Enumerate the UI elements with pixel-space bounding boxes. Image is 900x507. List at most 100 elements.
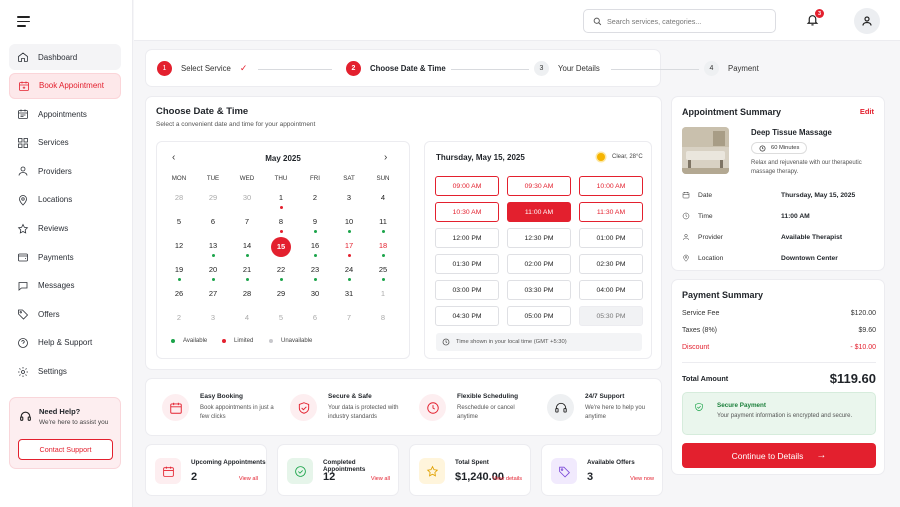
sidebar-item-settings[interactable]: Settings <box>9 359 121 385</box>
calendar-day[interactable]: 5 <box>271 309 291 329</box>
contact-support-button[interactable]: Contact Support <box>18 439 113 460</box>
time-slot[interactable]: 09:00 AM <box>435 176 499 196</box>
calendar-day[interactable]: 8 <box>271 213 291 233</box>
sidebar-item-reviews[interactable]: Reviews <box>9 216 121 242</box>
calendar-day[interactable]: 7 <box>237 213 257 233</box>
calendar-day[interactable]: 31 <box>339 285 359 305</box>
continue-button[interactable]: Continue to Details → <box>682 443 876 468</box>
calendar-day[interactable]: 1 <box>271 189 291 209</box>
calendar-day[interactable]: 2 <box>305 189 325 209</box>
stat-link[interactable]: View details <box>492 476 522 482</box>
time-slot[interactable]: 03:00 PM <box>435 280 499 300</box>
calendar-day[interactable]: 28 <box>237 285 257 305</box>
calendar-day[interactable]: 25 <box>373 261 393 281</box>
sidebar-item-help-support[interactable]: Help & Support <box>9 330 121 356</box>
shield-check-icon <box>695 402 703 412</box>
calendar-day[interactable]: 30 <box>237 189 257 209</box>
stat-value: 12 <box>323 471 336 483</box>
calendar-day[interactable]: 1 <box>373 285 393 305</box>
sidebar-item-appointments[interactable]: Appointments <box>9 101 121 127</box>
time-slot[interactable]: 02:30 PM <box>579 254 643 274</box>
step-select-service[interactable]: 1 Select Service ✓ <box>157 61 247 76</box>
calendar-day[interactable]: 17 <box>339 237 359 257</box>
payment-title: Payment Summary <box>682 290 764 300</box>
calendar-day[interactable]: 24 <box>339 261 359 281</box>
time-slot[interactable]: 10:30 AM <box>435 202 499 222</box>
calendar-day[interactable]: 26 <box>169 285 189 305</box>
time-slot[interactable]: 01:00 PM <box>579 228 643 248</box>
time-slot[interactable]: 01:30 PM <box>435 254 499 274</box>
calendar-day[interactable]: 7 <box>339 309 359 329</box>
step-payment[interactable]: 4 Payment <box>704 61 759 76</box>
day-number: 8 <box>380 313 386 322</box>
chevron-right-icon[interactable]: › <box>384 152 387 163</box>
stat-link[interactable]: View now <box>630 476 654 482</box>
time-slot[interactable]: 02:00 PM <box>507 254 571 274</box>
feature-desc: Book appointments in just a few clicks <box>200 405 274 420</box>
calendar-day[interactable]: 30 <box>305 285 325 305</box>
time-slot[interactable]: 12:30 PM <box>507 228 571 248</box>
edit-link[interactable]: Edit <box>860 107 874 116</box>
calendar-day[interactable]: 12 <box>169 237 189 257</box>
stat-link[interactable]: View all <box>371 476 390 482</box>
stat-link[interactable]: View all <box>239 476 258 482</box>
summary-row: Location Downtown Center <box>682 254 877 262</box>
calendar-day[interactable]: 16 <box>305 237 325 257</box>
calendar-day[interactable]: 2 <box>169 309 189 329</box>
sidebar-item-messages[interactable]: Messages <box>9 273 121 299</box>
time-slot[interactable]: 11:30 AM <box>579 202 643 222</box>
calendar-day[interactable]: 4 <box>373 189 393 209</box>
avatar[interactable] <box>854 8 880 34</box>
search-input[interactable]: Search services, categories... <box>583 9 776 33</box>
calendar-day[interactable]: 6 <box>305 309 325 329</box>
day-number: 15 <box>276 242 286 251</box>
sidebar-item-services[interactable]: Services <box>9 130 121 156</box>
legend-dot <box>222 339 226 343</box>
calendar-day[interactable]: 20 <box>203 261 223 281</box>
calendar-day[interactable]: 11 <box>373 213 393 233</box>
stat-card: Available Offers 3 View now <box>541 444 663 496</box>
calendar-day[interactable]: 29 <box>271 285 291 305</box>
sidebar-item-offers[interactable]: Offers <box>9 301 121 327</box>
calendar-day[interactable]: 4 <box>237 309 257 329</box>
sidebar-item-label: Appointments <box>38 109 87 119</box>
feature-item: Easy Booking Book appointments in just a … <box>162 391 282 427</box>
calendar-day[interactable]: 9 <box>305 213 325 233</box>
time-slot[interactable]: 04:30 PM <box>435 306 499 326</box>
calendar-day[interactable]: 10 <box>339 213 359 233</box>
sidebar-item-payments[interactable]: Payments <box>9 244 121 270</box>
calendar-day[interactable]: 19 <box>169 261 189 281</box>
calendar-day[interactable]: 18 <box>373 237 393 257</box>
calendar-day[interactable]: 8 <box>373 309 393 329</box>
time-slot-selected[interactable]: 11:00 AM <box>507 202 571 222</box>
calendar-day[interactable]: 5 <box>169 213 189 233</box>
sidebar-item-book-appointment[interactable]: Book Appointment <box>9 72 121 99</box>
day-number: 10 <box>344 217 354 226</box>
calendar-day-selected[interactable]: 15 <box>271 237 291 257</box>
calendar-day[interactable]: 28 <box>169 189 189 209</box>
calendar-day[interactable]: 29 <box>203 189 223 209</box>
weekday-header: WED <box>239 175 255 182</box>
user-icon <box>862 16 872 26</box>
calendar-day[interactable]: 22 <box>271 261 291 281</box>
sidebar-item-locations[interactable]: Locations <box>9 187 121 213</box>
time-slot[interactable]: 03:30 PM <box>507 280 571 300</box>
calendar-day[interactable]: 23 <box>305 261 325 281</box>
menu-icon[interactable] <box>17 16 30 30</box>
calendar-day[interactable]: 14 <box>237 237 257 257</box>
time-slot[interactable]: 04:00 PM <box>579 280 643 300</box>
calendar-day[interactable]: 21 <box>237 261 257 281</box>
time-slot[interactable]: 10:00 AM <box>579 176 643 196</box>
calendar-day[interactable]: 27 <box>203 285 223 305</box>
calendar-day[interactable]: 6 <box>203 213 223 233</box>
time-slot[interactable]: 05:00 PM <box>507 306 571 326</box>
step-your-details[interactable]: 3 Your Details <box>534 61 600 76</box>
time-slot[interactable]: 12:00 PM <box>435 228 499 248</box>
step-choose-date[interactable]: 2 Choose Date & Time <box>346 61 446 76</box>
calendar-day[interactable]: 13 <box>203 237 223 257</box>
calendar-day[interactable]: 3 <box>339 189 359 209</box>
time-slot[interactable]: 09:30 AM <box>507 176 571 196</box>
sidebar-item-providers[interactable]: Providers <box>9 158 121 184</box>
calendar-day[interactable]: 3 <box>203 309 223 329</box>
sidebar-item-dashboard[interactable]: Dashboard <box>9 44 121 70</box>
